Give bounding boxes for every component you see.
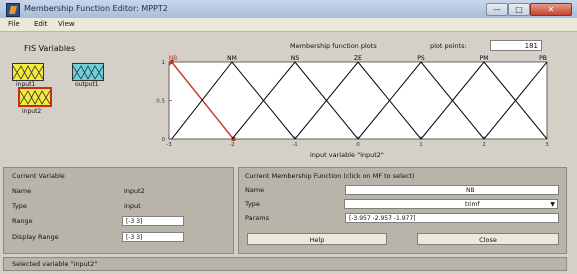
mf-handle: [169, 60, 174, 64]
mf-name-label: Name: [245, 186, 265, 194]
y-tick-label: 0.5: [156, 99, 165, 105]
x-tick-label: -1: [292, 142, 297, 148]
fis-variables-title: FIS Variables: [24, 44, 76, 53]
fis-variable-label: input2: [22, 108, 42, 115]
menu-view[interactable]: View: [58, 20, 75, 28]
dropdown-arrow-icon: ▼: [550, 201, 555, 208]
x-tick-label: 3: [545, 142, 549, 148]
type-label: Type: [12, 202, 27, 210]
plot-points-label: plot points:: [430, 42, 467, 50]
current-variable-panel: Current Variable Name input2 Type input …: [3, 167, 234, 254]
mf-plot[interactable]: 00.51-3 -2 -1 0 1 2 3NB NM NS ZE PS PM PB: [147, 53, 552, 149]
close-button[interactable]: Close: [417, 233, 559, 245]
plot-axis-label: input variable "input2": [310, 151, 384, 159]
maximize-button[interactable]: □: [508, 3, 530, 16]
help-button[interactable]: Help: [247, 233, 387, 245]
title-bar: Membership Function Editor: MPPT2 — □ ✕: [0, 0, 577, 18]
x-tick-label: 2: [482, 142, 486, 148]
mf-label-ze: ZE: [354, 55, 362, 62]
mf-label-pm: PM: [480, 55, 489, 62]
menu-bar: File Edit View: [0, 18, 577, 32]
mf-label-ps: PS: [417, 55, 425, 62]
x-tick-label: 0: [356, 142, 360, 148]
fis-variable-label: input1: [16, 81, 36, 88]
x-tick-label: 1: [419, 142, 423, 148]
mf-name-field[interactable]: NB: [345, 185, 559, 195]
fis-variable-output1[interactable]: [72, 63, 104, 81]
current-mf-title: Current Membership Function (click on MF…: [245, 172, 415, 180]
close-window-button[interactable]: ✕: [530, 3, 572, 16]
mf-label-pb: PB: [539, 55, 547, 62]
minimize-button[interactable]: —: [486, 3, 508, 16]
fis-variable-input2[interactable]: [18, 87, 52, 107]
mf-plots-label: Membership function plots: [290, 42, 377, 50]
plot-area: [168, 61, 548, 140]
status-bar: Selected variable "input2": [3, 257, 567, 271]
current-mf-panel: Current Membership Function (click on MF…: [238, 167, 567, 254]
range-field[interactable]: [-3 3]: [122, 216, 184, 226]
mf-glyph-icon: [73, 65, 103, 80]
display-range-label: Display Range: [12, 233, 59, 241]
mf-glyph-icon: [13, 65, 43, 80]
y-tick-label: 0: [162, 137, 166, 143]
x-tick-label: -3: [166, 142, 172, 148]
mf-params-label: Params: [245, 214, 269, 222]
menu-file[interactable]: File: [8, 20, 20, 28]
mf-glyph-icon: [20, 90, 50, 105]
matlab-icon: [6, 3, 20, 17]
variable-type-value: input: [124, 202, 141, 210]
menu-edit[interactable]: Edit: [34, 20, 48, 28]
fis-variable-input1[interactable]: [12, 63, 44, 81]
name-label: Name: [12, 187, 32, 195]
mf-type-dropdown[interactable]: trimf ▼: [344, 199, 558, 209]
mf-params-field[interactable]: [-3.957 -2.957 -1.977]: [345, 213, 559, 223]
fis-variable-label: output1: [75, 81, 99, 88]
current-variable-title: Current Variable: [12, 172, 65, 180]
variable-name-value: input2: [124, 187, 145, 195]
mf-label-ns: NS: [291, 55, 299, 62]
mf-type-label: Type: [245, 200, 260, 208]
plot-points-field[interactable]: 181: [490, 40, 542, 51]
y-tick-label: 1: [162, 60, 166, 66]
x-tick-label: -2: [229, 142, 234, 148]
window-title: Membership Function Editor: MPPT2: [24, 4, 168, 13]
mf-label-nm: NM: [227, 55, 237, 62]
display-range-field[interactable]: [-3 3]: [122, 232, 184, 242]
mf-editor-window: Membership Function Editor: MPPT2 — □ ✕ …: [0, 0, 577, 274]
mf-type-value: trimf: [465, 201, 480, 208]
range-label: Range: [12, 217, 33, 225]
